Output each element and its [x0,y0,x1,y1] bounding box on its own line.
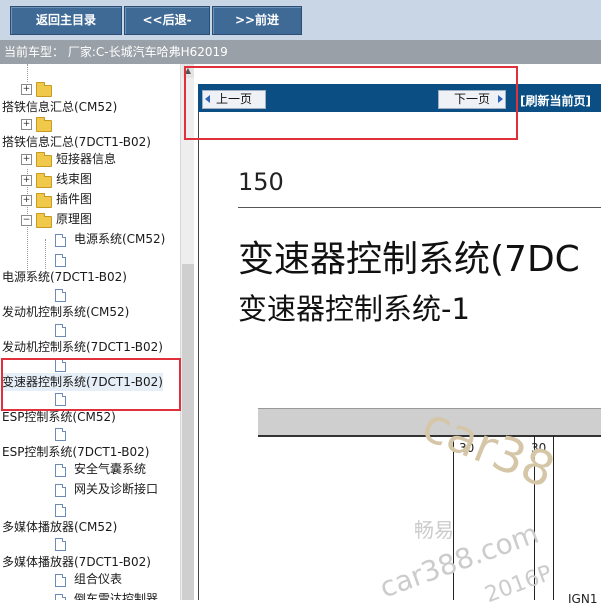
sidebar-item[interactable]: ESP控制系统(7DCT1-B02) [2,443,149,461]
collapse-toggle[interactable]: − [21,215,32,226]
folder-open-icon [36,213,52,228]
page-subtitle: 变速器控制系统-1 [238,292,470,326]
document-icon [55,324,66,337]
sidebar-item[interactable]: 线束图 [56,170,92,188]
sidebar-item[interactable]: 网关及诊断接口 [74,480,158,498]
sidebar-item[interactable]: 电源系统(7DCT1-B02) [2,268,127,286]
sidebar-item[interactable]: 原理图 [56,210,92,228]
sidebar-item[interactable]: 短接器信息 [56,150,116,168]
sidebar-item[interactable]: 电源系统(CM52) [74,230,165,248]
document-icon [55,428,66,441]
tree-connector [27,64,28,82]
diagram-box [553,436,601,600]
sidebar-item[interactable]: 插件图 [56,190,92,208]
document-icon [55,504,66,517]
frame-border [198,112,199,600]
divider [238,207,601,208]
vehicle-label: 当前车型： 厂家:C-长城汽车哈弗H62019 [4,45,228,59]
scroll-thumb[interactable] [182,264,194,600]
expand-toggle[interactable]: + [21,84,32,95]
folder-icon [36,117,52,132]
page-title: 变速器控制系统(7DC [238,239,580,280]
folder-icon [36,173,52,188]
expand-toggle[interactable]: + [21,154,32,165]
folder-icon [36,82,52,97]
document-icon [55,574,66,587]
diagram-label: IGN1 [568,592,598,606]
expand-toggle[interactable]: + [21,195,32,206]
sidebar-item[interactable]: 搭铁信息汇总(CM52) [2,98,117,116]
back-to-main-button[interactable]: 返回主目录 [10,6,122,35]
refresh-page-link[interactable]: [刷新当前页] [520,92,591,109]
forward-button[interactable]: >>前进 [212,6,302,35]
document-icon [55,464,66,477]
expand-toggle[interactable]: + [21,119,32,130]
back-button[interactable]: <<后退- [124,6,210,35]
document-icon [55,484,66,497]
sidebar-item[interactable]: 组合仪表 [74,570,122,588]
document-icon [55,234,66,247]
document-icon [55,538,66,551]
document-icon [55,594,66,600]
highlight-box [1,358,181,411]
document-icon [55,289,66,302]
document-icon [55,254,66,267]
sidebar-item[interactable]: 倒车雷达控制器 [74,590,158,600]
folder-icon [36,193,52,208]
vehicle-status-bar: 当前车型： 厂家:C-长城汽车哈弗H62019 [0,40,601,64]
content-frame: 上一页 下一页 [刷新当前页] 150 变速器控制系统(7DC 变速器控制系统-… [194,64,601,608]
expand-toggle[interactable]: + [21,175,32,186]
page-number: 150 [238,168,284,196]
sidebar-item[interactable]: 搭铁信息汇总(7DCT1-B02) [2,133,151,151]
sidebar-item[interactable]: 安全气囊系统 [74,460,146,478]
watermark-text: 畅易 [414,518,454,542]
tree-connector [45,239,46,269]
sidebar-tree: + 搭铁信息汇总(CM52) + 搭铁信息汇总(7DCT1-B02) + 短接器… [0,64,180,600]
sidebar-item[interactable]: 发动机控制系统(7DCT1-B02) [2,338,163,356]
sidebar-scrollbar[interactable]: ▲ [180,64,195,600]
highlight-box [184,66,518,140]
sidebar-item[interactable]: 多媒体播放器(CM52) [2,518,117,536]
sidebar-item[interactable]: 多媒体播放器(7DCT1-B02) [2,553,151,571]
folder-icon [36,152,52,167]
top-toolbar: 返回主目录 <<后退- >>前进 [0,0,601,40]
sidebar-item[interactable]: 发动机控制系统(CM52) [2,303,129,321]
